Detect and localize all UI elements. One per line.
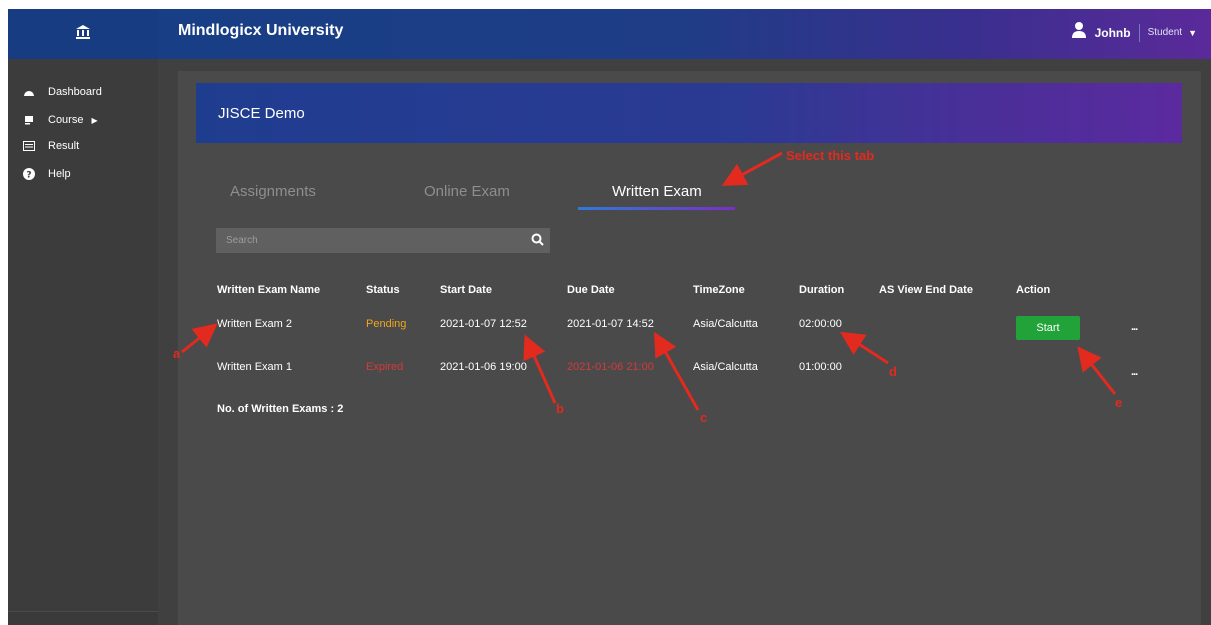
caret-down-icon[interactable]: ▼ [1188,28,1197,38]
due-date: 2021-01-07 14:52 [567,318,654,330]
tab-online-exam[interactable]: Online Exam [424,183,510,200]
status-badge: Expired [366,361,404,373]
search-placeholder: Search [226,235,258,246]
active-tab-indicator [578,207,735,210]
help-icon: ? [18,168,40,180]
top-bar: Mindlogicx University Johnb Student ▼ [8,9,1211,59]
sidebar-item-label: Help [48,168,71,180]
exam-count: No. of Written Exams : 2 [217,403,344,415]
dashboard-icon [18,87,40,97]
sidebar-item-label: Dashboard [48,86,102,98]
chevron-right-icon: ▶ [91,115,98,125]
user-role: Student [1147,27,1183,38]
annotation-b: b [556,401,564,416]
search-input[interactable]: Search [216,228,550,253]
logo[interactable] [8,9,158,59]
brand-title: Mindlogicx University [178,22,344,39]
sidebar-item-label: Course [48,114,84,126]
exam-name[interactable]: Written Exam 2 [217,318,292,330]
annotation-d: d [889,364,897,379]
divider [1138,23,1140,42]
sidebar: Dashboard Course ▶ Result ? Help [8,59,158,625]
annotation-c: c [700,410,708,425]
svg-text:?: ? [26,171,31,181]
column-header-view-end-date: AS View End Date [879,284,973,296]
book-icon [18,115,40,125]
start-date: 2021-01-07 12:52 [440,318,527,330]
column-header-timezone: TimeZone [693,284,745,296]
course-banner: JISCE Demo [196,83,1182,143]
column-header-name: Written Exam Name [217,284,321,296]
main-content: JISCE Demo Assignments Online Exam Writt… [178,71,1201,625]
due-date: 2021-01-06 21:00 [567,361,654,373]
column-header-action: Action [1016,284,1051,296]
username: Johnb [1094,25,1131,40]
timezone: Asia/Calcutta [693,361,758,373]
exam-name[interactable]: Written Exam 1 [217,361,292,373]
more-options-button[interactable]: ... [1131,321,1138,333]
duration: 01:00:00 [799,361,842,373]
sidebar-item-help[interactable]: ? Help [8,163,158,185]
annotation-select-tab: Select this tab [786,148,875,163]
course-title: JISCE Demo [218,104,305,122]
sidebar-item-result[interactable]: Result [8,135,158,157]
app-window: Mindlogicx University Johnb Student ▼ Da… [8,9,1211,625]
column-header-status: Status [366,284,400,296]
search-icon[interactable] [531,233,544,249]
annotation-e: e [1115,395,1123,410]
more-options-button[interactable]: ... [1131,366,1138,378]
column-header-due-date: Due Date [567,284,615,296]
start-button[interactable]: Start [1016,316,1080,340]
user-menu[interactable]: Johnb Student ▼ [1071,21,1197,44]
sidebar-item-label: Result [48,140,80,152]
result-icon [18,141,40,151]
sidebar-item-dashboard[interactable]: Dashboard [8,81,158,103]
annotation-a: a [173,346,181,361]
user-icon [1071,21,1087,44]
tab-assignments[interactable]: Assignments [230,183,316,200]
column-header-duration: Duration [799,284,845,296]
timezone: Asia/Calcutta [693,318,758,330]
tab-written-exam[interactable]: Written Exam [612,183,702,200]
status-badge: Pending [366,318,407,330]
start-date: 2021-01-06 19:00 [440,361,527,373]
duration: 02:00:00 [799,318,842,330]
institution-icon [75,24,91,45]
sidebar-item-course[interactable]: Course ▶ [8,109,158,131]
sidebar-footer [8,611,158,625]
column-header-start-date: Start Date [440,284,492,296]
